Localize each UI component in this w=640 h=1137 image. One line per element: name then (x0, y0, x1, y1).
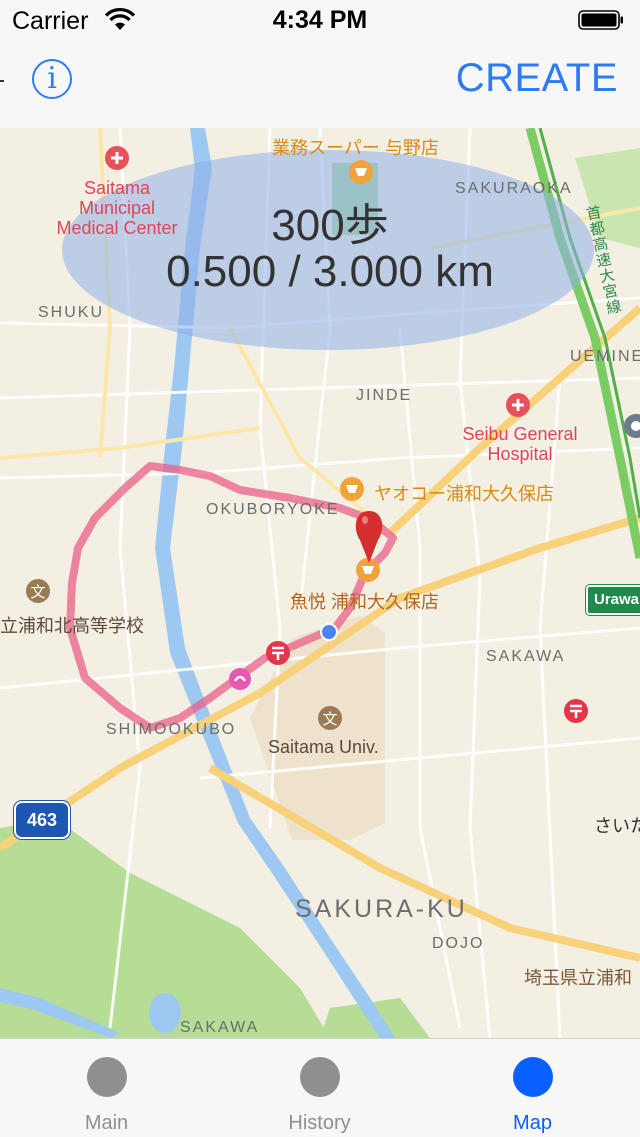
status-bar: Carrier 4:34 PM (0, 0, 640, 40)
map-label-university: Saitama Univ. (268, 737, 379, 757)
map-label-yaoko: ヤオコー浦和大久保店 (374, 484, 554, 504)
tab-map[interactable]: Map (426, 1039, 639, 1137)
map-label-okuboryoke: OKUBORYOKE (206, 501, 340, 518)
map-label-sakawa-south: SAKAWA (180, 1019, 260, 1036)
tab-main[interactable]: Main (0, 1039, 213, 1137)
shop-marker-uoetsu (356, 558, 380, 582)
tab-history[interactable]: History (213, 1039, 426, 1137)
nav-edge-mark (0, 80, 4, 82)
map-label-sakuraoka: SAKURAOKA (455, 180, 573, 197)
map-label-saitama-pref: 埼玉県立浦和 (524, 968, 632, 988)
battery-icon (578, 10, 623, 30)
map-label-dojo: DOJO (432, 935, 485, 952)
circle-icon (86, 1057, 127, 1097)
tab-history-label: History (288, 1112, 351, 1134)
karaoke-marker (229, 668, 251, 690)
create-button[interactable]: CREATE (456, 56, 618, 101)
shop-marker-yaoko (340, 477, 364, 501)
circle-icon (299, 1057, 340, 1097)
tab-bar: Main History Map (0, 1038, 640, 1136)
map-label-uemine: UEMINE (570, 348, 640, 365)
post-office-marker-1 (266, 641, 290, 665)
map-label-uoetsu: 魚悦 浦和大久保店 (290, 592, 440, 612)
status-time: 4:34 PM (272, 6, 368, 34)
map-label-seibu-hospital: Seibu General Hospital (450, 424, 590, 464)
hospital-marker-saitama (105, 146, 129, 170)
svg-text:文: 文 (322, 710, 337, 728)
post-office-marker-2 (564, 699, 588, 723)
user-location-dot (320, 623, 338, 641)
map-label-saita: さいた (594, 816, 640, 836)
school-marker-university: 文 (318, 706, 342, 730)
map-label-supermarket: 業務スーパー 与野店 (272, 138, 439, 158)
school-marker-highschool: 文 (26, 579, 50, 603)
distance-progress: 0.500 / 3.000 km (166, 247, 494, 296)
seibu-line-2: Hospital (487, 444, 553, 464)
shop-marker-supermarket (349, 160, 373, 184)
map-label-shimookubo: SHIMOOKUBO (106, 721, 237, 738)
hospital-line-1: Saitama (83, 178, 151, 198)
navigation-bar: i CREATE (0, 40, 640, 128)
tab-main-label: Main (84, 1112, 129, 1134)
info-button[interactable]: i (32, 59, 72, 99)
map-view[interactable]: 文 文 業務スーパー 与野店 SAKURAOKA Saitama Municip… (0, 128, 640, 1038)
route-463-badge: 463 (14, 801, 70, 839)
svg-text:文: 文 (30, 583, 45, 601)
seibu-line-1: Seibu General (462, 424, 578, 444)
map-label-shuku: SHUKU (38, 304, 105, 321)
urawa-road-sign: Urawa (586, 585, 640, 615)
map-label-sakawa-east: SAKAWA (486, 648, 566, 665)
tab-map-label: Map (513, 1112, 552, 1134)
map-label-sakura-ku: SAKURA-KU (295, 895, 468, 923)
map-label-jinde: JINDE (356, 387, 413, 404)
pond (149, 993, 181, 1033)
distance-overlay-text: 300歩 0.500 / 3.000 km (60, 203, 600, 295)
map-label-high-school: 立浦和北高等学校 (0, 616, 144, 636)
hospital-marker-seibu (506, 393, 530, 417)
steps-count: 300歩 (271, 201, 389, 250)
circle-icon (512, 1057, 553, 1097)
